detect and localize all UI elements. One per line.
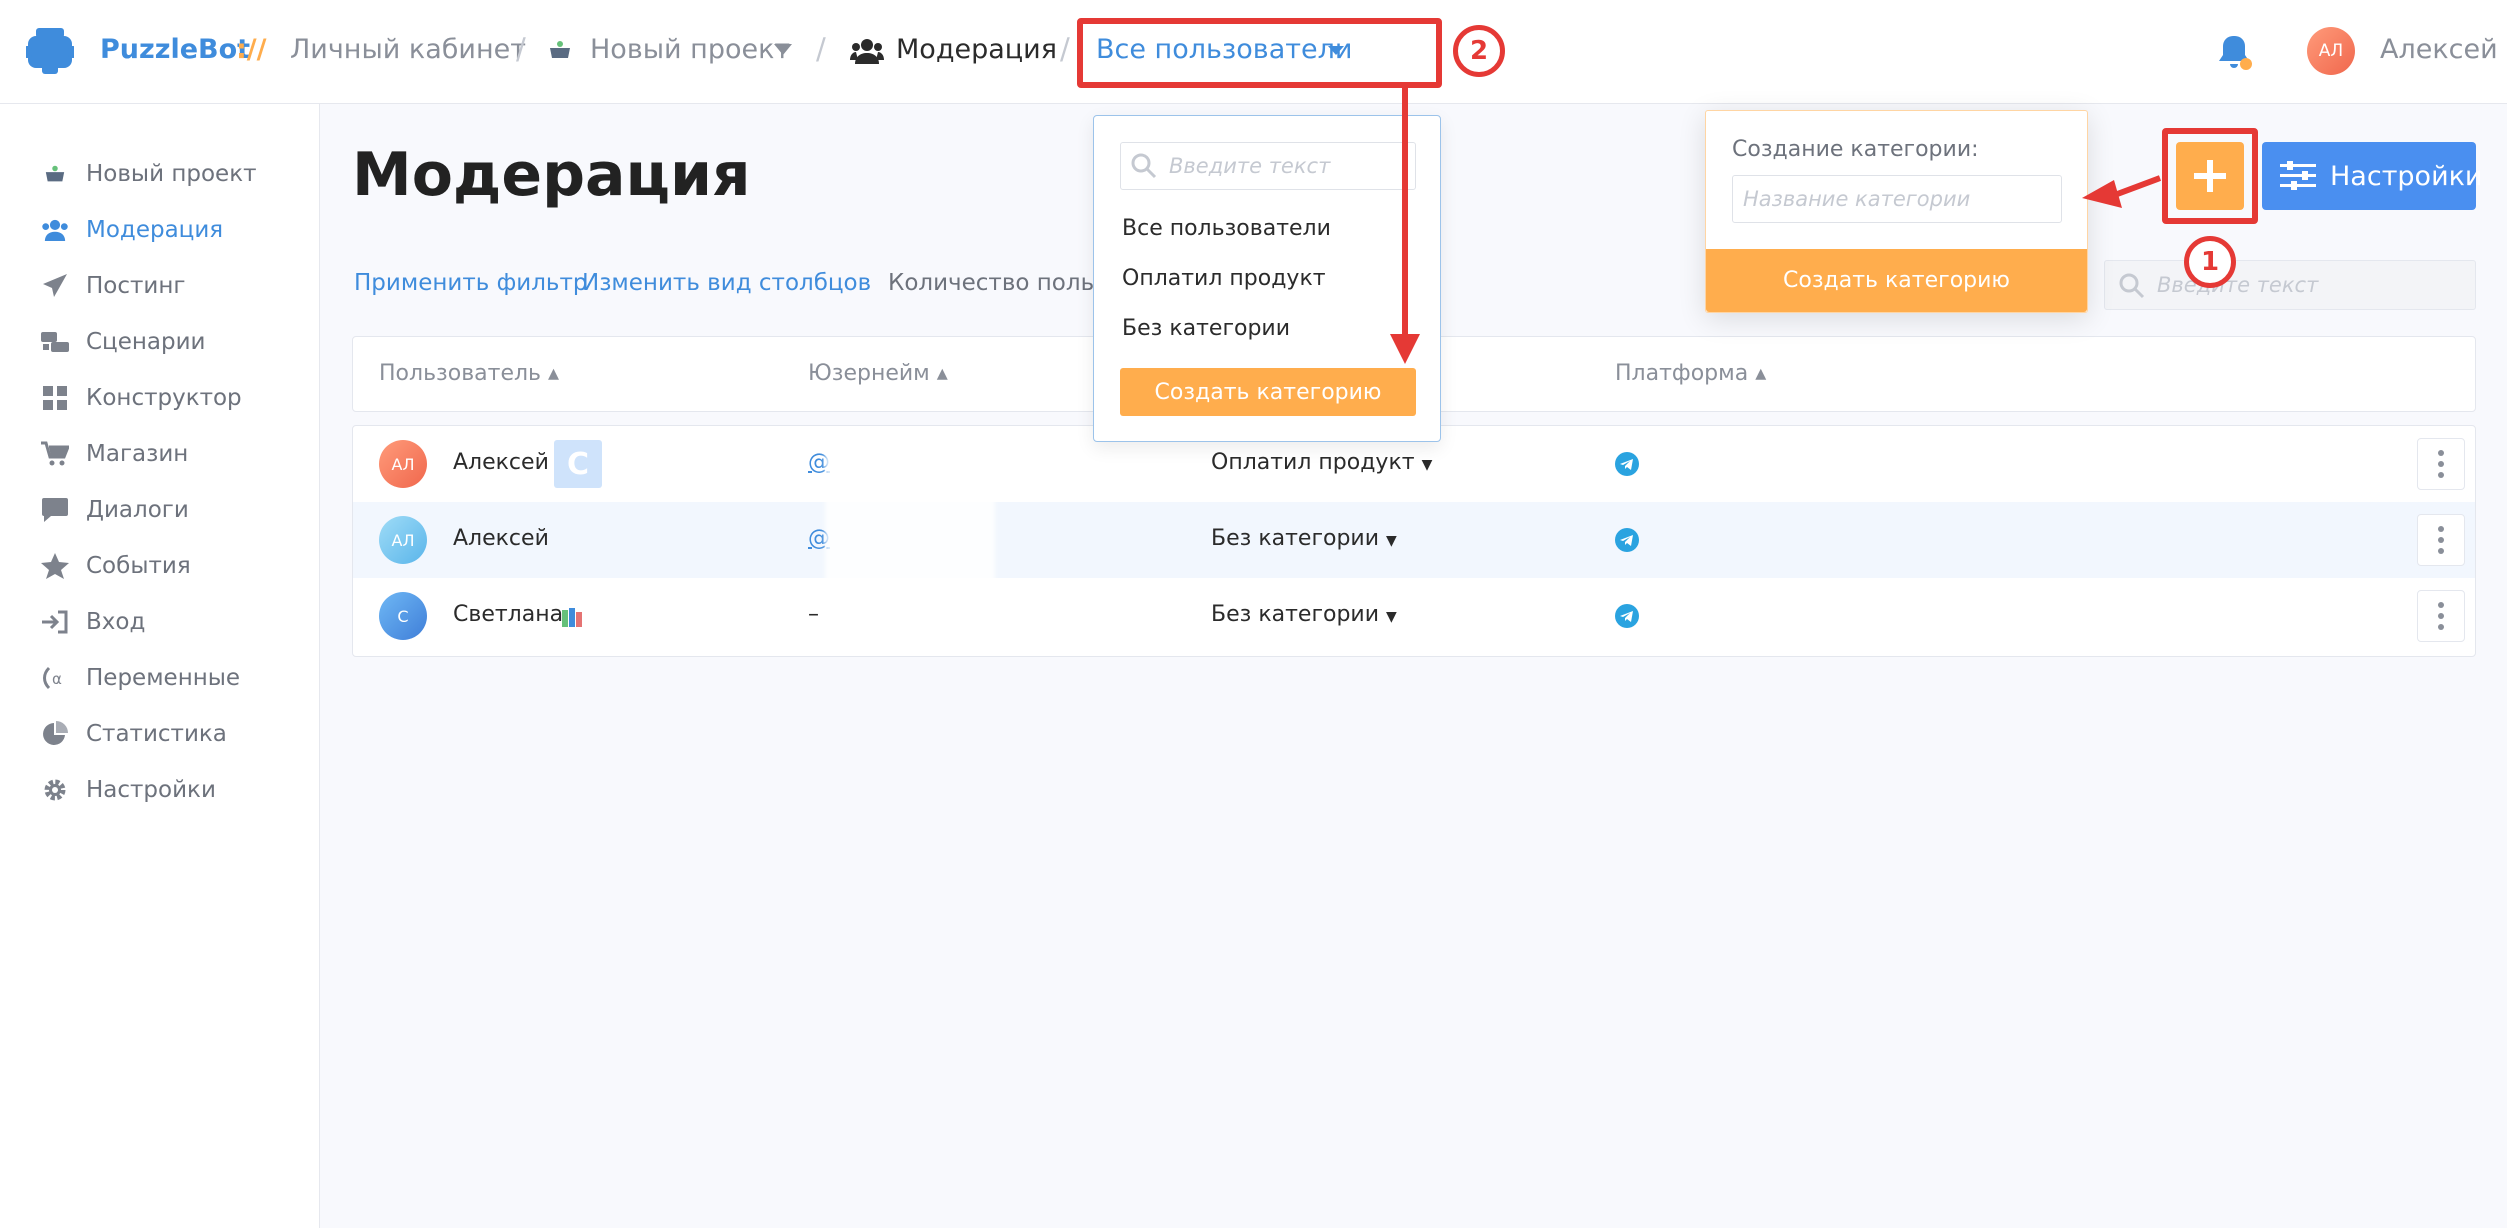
annotation-arrows	[1390, 88, 2162, 364]
